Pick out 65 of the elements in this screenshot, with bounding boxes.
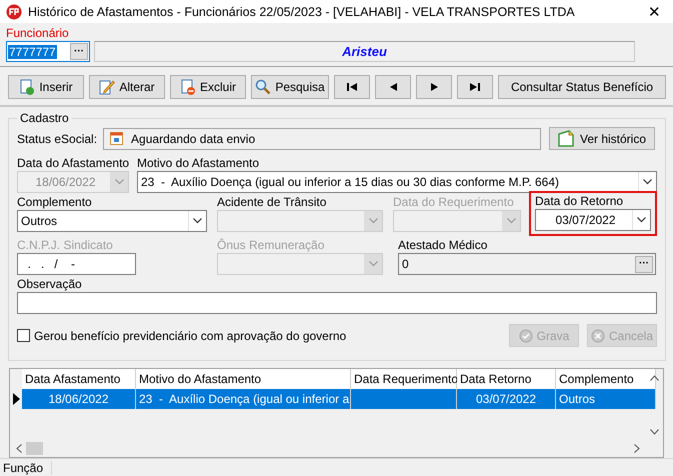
table-cell: 18/06/2022: [22, 389, 136, 409]
status-label: Status eSocial:: [17, 132, 98, 146]
field-label: Data do Afastamento: [17, 156, 129, 170]
delete-button[interactable]: Excluir: [170, 75, 246, 99]
column-header[interactable]: Data Requerimento: [351, 369, 457, 389]
status-field: Aguardando data envio: [103, 128, 542, 150]
field-label: Atestado Médico: [398, 238, 488, 252]
column-header[interactable]: Data Afastamento: [22, 369, 136, 389]
window-title: Histórico de Afastamentos - Funcionários 22/05/2023 - [VELAHABI] - VELA TRANSPORTES LTDA: [28, 4, 576, 18]
history-button[interactable]: Ver histórico: [549, 127, 655, 150]
skip-first-icon: [346, 82, 358, 92]
dropdown-field[interactable]: 03/07/2022: [535, 209, 651, 231]
column-header[interactable]: Complemento: [556, 369, 656, 389]
document-icon: [558, 130, 574, 147]
calendar-icon: [110, 132, 124, 145]
employee-code-field[interactable]: 7777777 ···: [6, 41, 90, 62]
previous-button[interactable]: [375, 75, 411, 99]
column-header[interactable]: Motivo do Afastamento: [136, 369, 351, 389]
last-record-button[interactable]: [457, 75, 493, 99]
pencil-icon: [99, 79, 116, 95]
field-label: Acidente de Trânsito: [217, 195, 328, 209]
ellipsis-button[interactable]: ···: [70, 43, 88, 60]
dropdown-field[interactable]: 23 - Auxílio Doença (igual ou inferior a 15 dias ou 30 dias conforme M.P. 664): [137, 171, 657, 193]
previous-icon: [388, 82, 398, 92]
field-label: Complemento: [17, 195, 93, 209]
table-cell: 03/07/2022: [457, 389, 556, 409]
search-icon: [255, 79, 272, 95]
field-label: Data do Requerimento: [393, 195, 515, 209]
checkbox-label: Gerou benefício previdenciário com aprovação do governo: [34, 328, 346, 342]
close-button[interactable]: ✕: [642, 2, 667, 20]
next-button[interactable]: [416, 75, 452, 99]
field-label: Motivo do Afastamento: [137, 156, 260, 170]
input-field[interactable]: . . / -: [17, 253, 136, 275]
input-field[interactable]: [17, 292, 657, 314]
next-icon: [430, 82, 438, 92]
scroll-down-icon[interactable]: [650, 429, 659, 435]
field-label: Data do Retorno: [535, 194, 624, 208]
checkbox[interactable]: [17, 329, 30, 342]
skip-last-icon: [469, 82, 481, 92]
employee-name-field: Aristeu: [94, 41, 635, 62]
table-cell: 23 - Auxílio Doença (igual ou inferior a: [136, 389, 351, 409]
table-cell: Outros: [556, 389, 656, 409]
field-label: Observação: [17, 277, 83, 291]
status-query-button[interactable]: Consultar Status Benefício: [498, 75, 666, 99]
dropdown-field[interactable]: Outros: [17, 210, 207, 232]
x-circle-icon: [590, 328, 605, 342]
check-circle-icon: [518, 328, 533, 342]
field-label: C.N.P.J. Sindicato: [17, 238, 114, 252]
row-pointer-icon: [12, 393, 20, 405]
edit-button[interactable]: Alterar: [89, 75, 165, 99]
employee-label: Funcionário: [6, 26, 70, 40]
column-header[interactable]: Data Retorno: [457, 369, 556, 389]
scroll-left-icon[interactable]: [16, 444, 22, 453]
scroll-up-icon[interactable]: [650, 375, 659, 381]
insert-button[interactable]: Inserir: [8, 75, 84, 99]
first-record-button[interactable]: [334, 75, 370, 99]
group-title: Cadastro: [19, 111, 70, 125]
field-label: Ônus Remuneração: [217, 238, 326, 252]
app-logo-icon: [6, 4, 22, 20]
scrollbar-thumb[interactable]: [26, 442, 43, 455]
document-add-icon: [19, 79, 36, 95]
search-button[interactable]: Pesquisa: [251, 75, 329, 99]
document-remove-icon: [180, 79, 196, 95]
status-bar-text: Função: [0, 460, 52, 474]
scroll-right-icon[interactable]: [634, 444, 640, 453]
